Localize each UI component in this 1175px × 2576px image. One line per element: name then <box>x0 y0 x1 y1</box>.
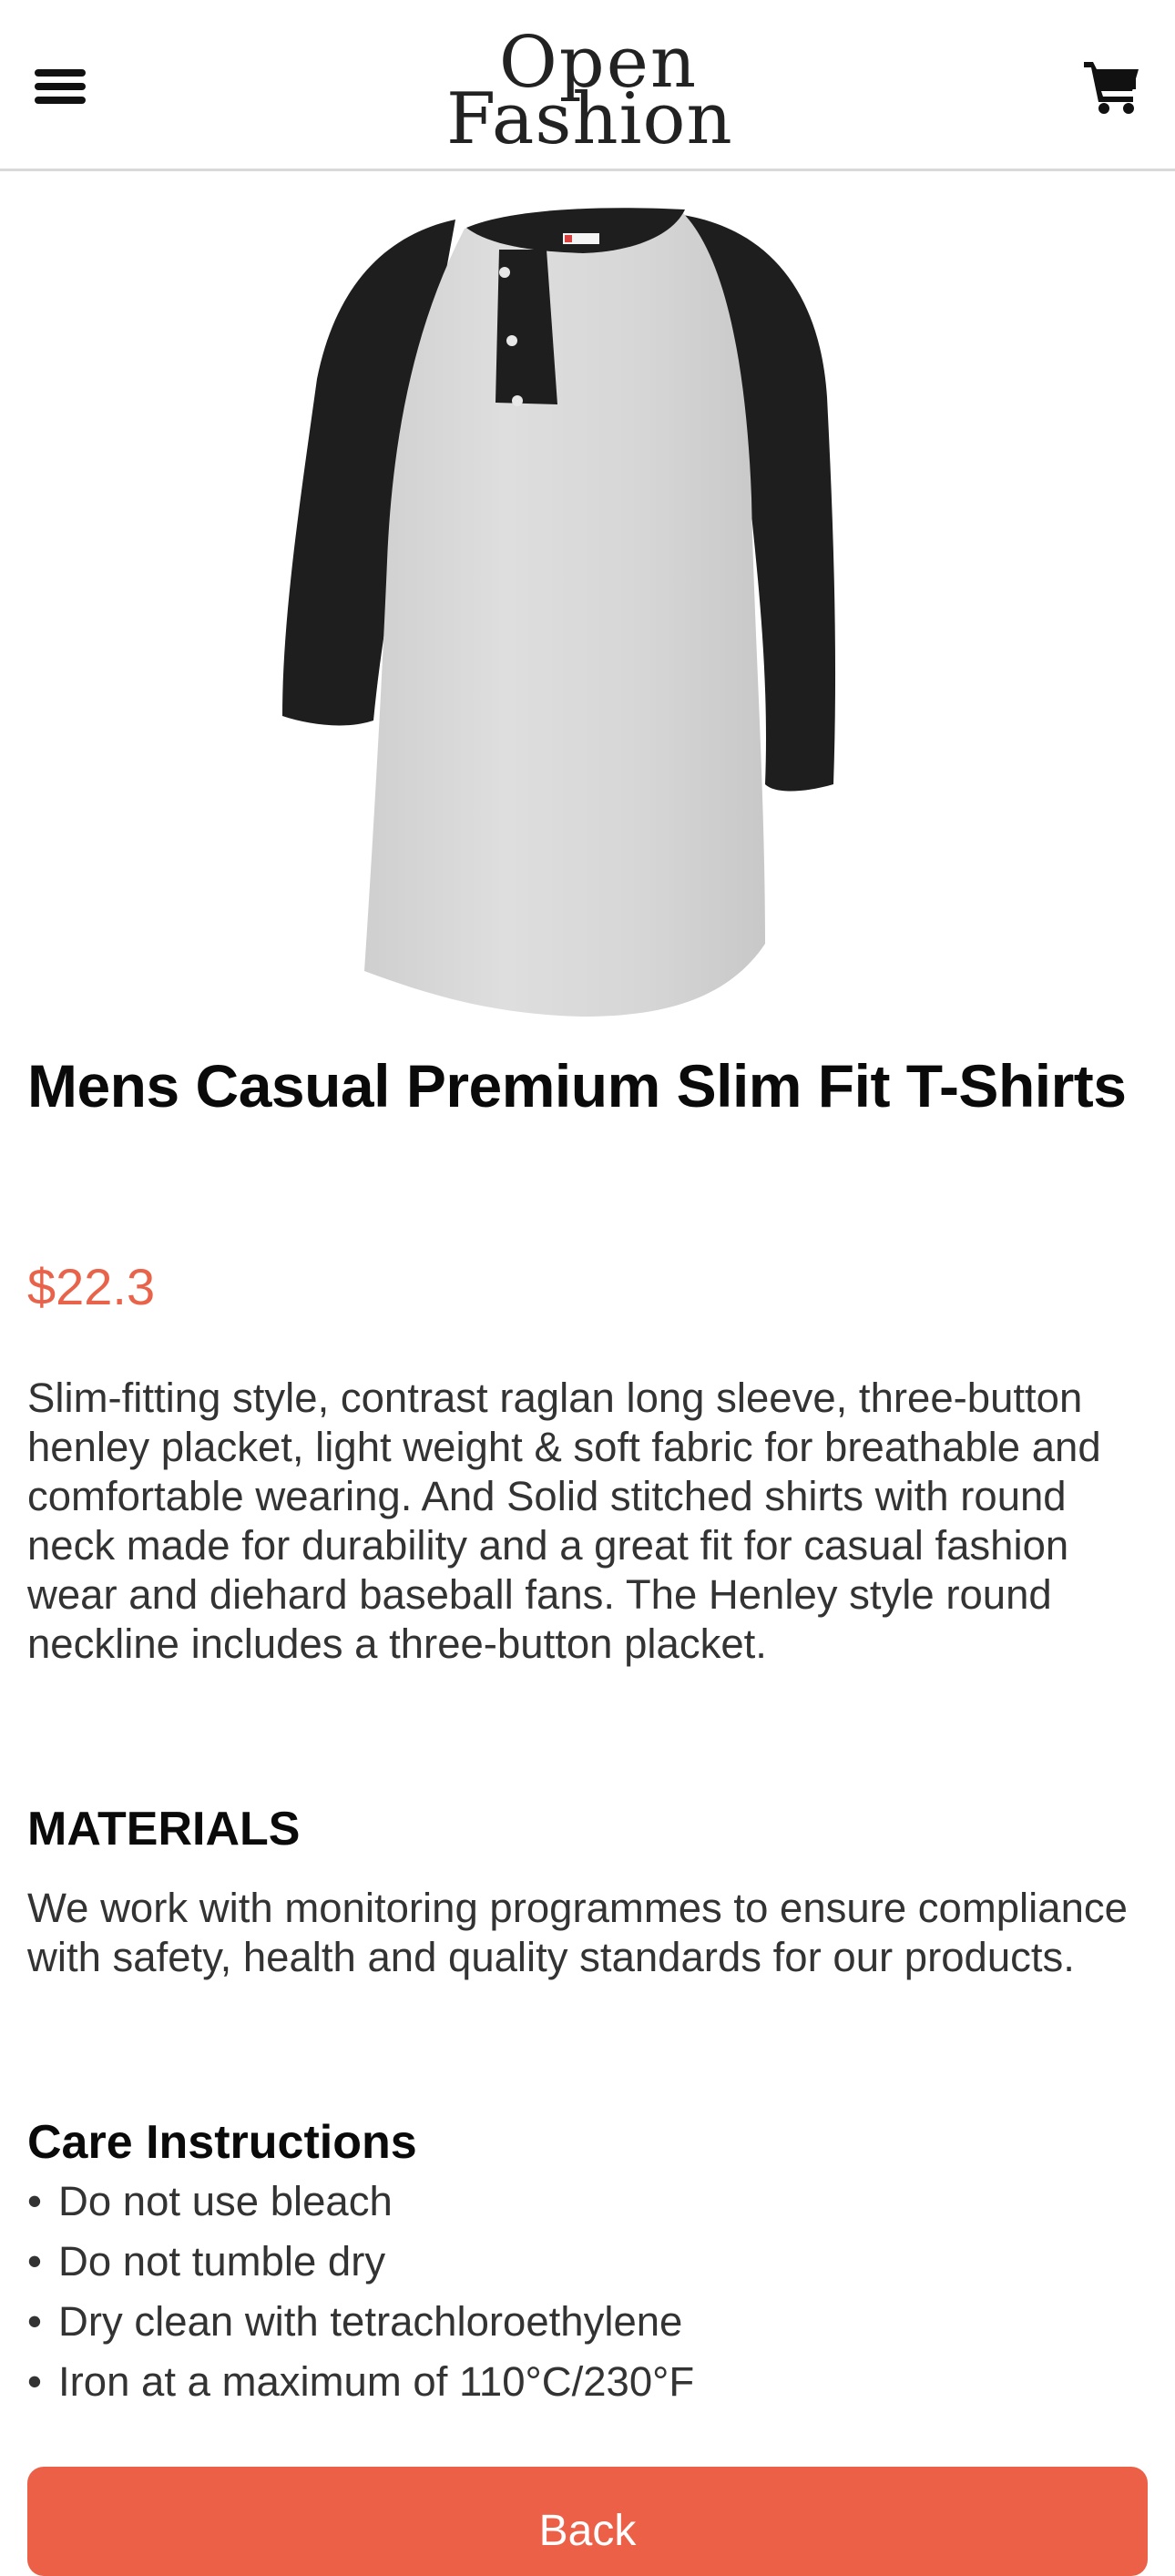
care-item-text: Dry clean with tetrachloroethylene <box>58 2298 683 2345</box>
bullet-icon: • <box>27 2298 42 2345</box>
product-price: $22.3 <box>27 1258 156 1315</box>
bullet-icon: • <box>27 2178 42 2224</box>
brand-logo[interactable]: Open Fashion <box>446 22 733 160</box>
back-button[interactable]: Back <box>27 2467 1148 2576</box>
product-image <box>282 208 836 1017</box>
app-header: Open Fashion <box>0 0 1175 171</box>
hamburger-menu-icon-bar <box>35 83 86 90</box>
list-item: • Do not use bleach <box>27 2172 1149 2232</box>
care-instructions-list: • Do not use bleach • Do not tumble dry • D… <box>27 2172 1149 2412</box>
list-item: • Dry clean with tetrachloroethylene <box>27 2292 1149 2352</box>
bullet-icon: • <box>27 2358 42 2405</box>
care-item-text: Do not use bleach <box>58 2178 393 2224</box>
list-item: • Do not tumble dry <box>27 2232 1149 2292</box>
materials-heading: MATERIALS <box>27 1803 301 1855</box>
product-title: Mens Casual Premium Slim Fit T-Shirts <box>27 1052 1127 1119</box>
menu-button[interactable] <box>35 67 86 106</box>
logo-line-fashion: Fashion <box>446 78 733 160</box>
product-description: Slim-fitting style, contrast raglan long… <box>27 1375 1101 1667</box>
cart-button[interactable] <box>1082 58 1142 115</box>
logo-line-open: Open <box>498 22 699 104</box>
care-instructions-heading: Care Instructions <box>27 2116 417 2169</box>
bullet-icon: • <box>27 2238 42 2285</box>
materials-text: We work with monitoring programmes to en… <box>27 1885 1128 1980</box>
shopping-cart-icon <box>1084 62 1139 114</box>
care-item-text: Iron at a maximum of 110°C/230°F <box>58 2358 695 2405</box>
hamburger-menu-icon <box>35 69 86 77</box>
list-item: • Iron at a maximum of 110°C/230°F <box>27 2352 1149 2412</box>
hamburger-menu-icon-bar <box>35 97 86 104</box>
care-item-text: Do not tumble dry <box>58 2238 386 2285</box>
